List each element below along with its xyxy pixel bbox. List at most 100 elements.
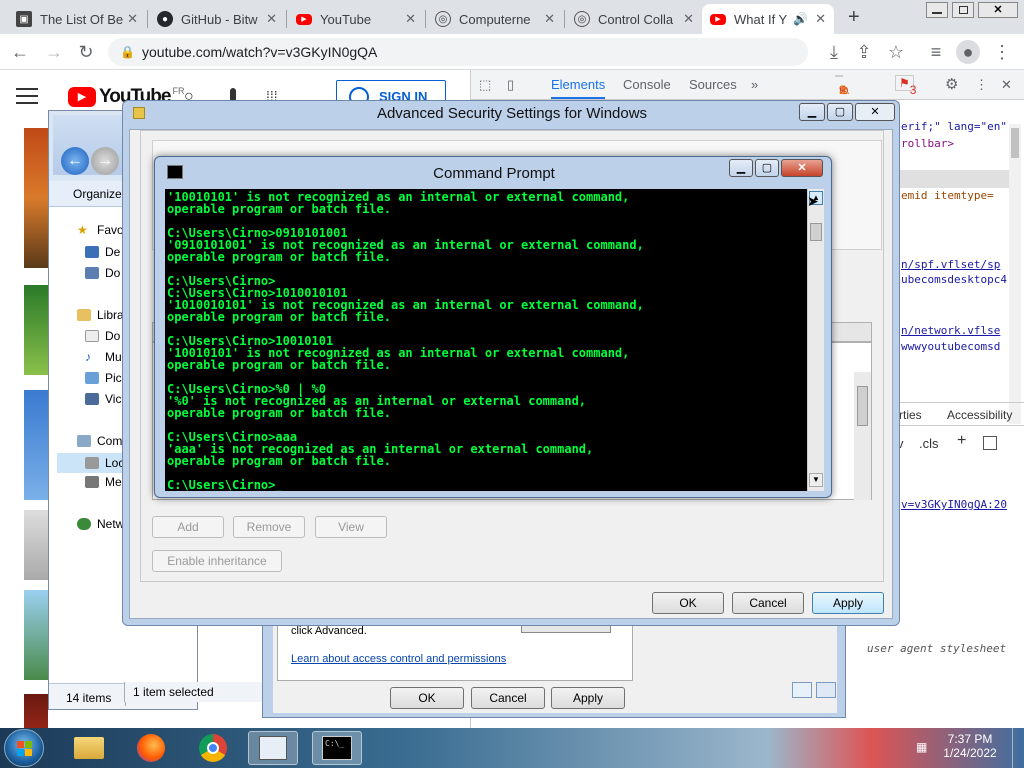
hamburger-menu-icon[interactable]	[16, 88, 38, 104]
minimize-button[interactable]: ▁	[799, 103, 825, 121]
scroll-down-icon[interactable]: ▼	[809, 473, 823, 487]
details-view-icon[interactable]	[792, 682, 812, 698]
nav-documents[interactable]: Do	[85, 329, 120, 343]
computed-sidebar-icon[interactable]	[983, 436, 997, 450]
tab-properties[interactable]: rties	[899, 408, 922, 422]
cancel-button[interactable]: Cancel	[471, 687, 545, 709]
computer-icon	[77, 435, 91, 447]
preview-view-icon[interactable]	[816, 682, 836, 698]
tab-youtube[interactable]: ▶ YouTube ✕	[288, 4, 424, 34]
tab-elements[interactable]: Elements	[551, 77, 606, 99]
enable-inheritance-button[interactable]: Enable inheritance	[152, 550, 282, 572]
bookmark-star-icon[interactable]: ☆	[884, 40, 908, 64]
ok-button[interactable]: OK	[390, 687, 464, 709]
url-field[interactable]: 🔒 youtube.com/watch?v=v3GKyIN0gQA	[108, 38, 808, 66]
close-icon[interactable]: ✕	[127, 11, 138, 27]
media-control-icon[interactable]: ≡	[924, 40, 948, 64]
tab-control-colla[interactable]: ◎ Control Colla ✕	[566, 4, 702, 34]
scrollbar[interactable]	[854, 372, 871, 500]
thumbnail[interactable]	[24, 285, 48, 375]
new-rule-button[interactable]: +	[957, 432, 966, 450]
add-button[interactable]: Add	[152, 516, 224, 538]
view-button[interactable]: View	[315, 516, 387, 538]
close-icon[interactable]: ✕	[544, 11, 555, 27]
device-toggle-icon[interactable]: ▯	[507, 77, 514, 93]
profile-avatar-icon[interactable]: ●	[956, 40, 980, 64]
tab-what-if-active[interactable]: ▶ What If Y 🔊 ✕	[702, 4, 834, 34]
taskbar-chrome[interactable]	[188, 731, 238, 765]
nav-libraries[interactable]: Libra	[77, 308, 124, 322]
apply-button[interactable]: Apply	[812, 592, 884, 614]
console-output[interactable]: '10010101' is not recognized as an inter…	[165, 189, 807, 491]
tab-github[interactable]: ● GitHub - Bitw ✕	[149, 4, 285, 34]
devtools-menu-icon[interactable]: ⋮	[975, 77, 988, 93]
reload-icon[interactable]: ↻	[74, 40, 98, 64]
close-devtools-icon[interactable]: ✕	[1001, 77, 1012, 93]
taskbar-explorer[interactable]	[64, 731, 114, 765]
remove-button[interactable]: Remove	[233, 516, 305, 538]
close-button[interactable]: ✕	[781, 159, 823, 177]
access-control-link[interactable]: Learn about access control and permissio…	[291, 653, 506, 665]
cancel-button[interactable]: Cancel	[732, 592, 804, 614]
nav-desktop[interactable]: De	[85, 245, 120, 259]
close-icon[interactable]: ✕	[405, 11, 416, 27]
new-tab-button[interactable]: +	[848, 6, 860, 29]
minimize-button[interactable]	[926, 2, 948, 18]
maximize-button[interactable]: ▢	[827, 103, 853, 121]
issues-counter[interactable]: ⚑ 3	[895, 75, 916, 97]
restore-button[interactable]	[952, 2, 974, 18]
thumbnail[interactable]	[24, 390, 48, 500]
back-button-icon[interactable]: ←	[61, 147, 89, 175]
taskbar-command-prompt[interactable]: C:\_	[312, 731, 362, 765]
tab-sources[interactable]: Sources	[689, 77, 737, 92]
close-button[interactable]: ✕	[855, 103, 895, 121]
thumbnail[interactable]	[24, 590, 48, 680]
cls-toggle[interactable]: .cls	[919, 436, 939, 451]
tab-list-of-be[interactable]: ▣ The List Of Be ✕	[8, 4, 146, 34]
forward-arrow-icon[interactable]: →	[42, 40, 66, 64]
show-desktop-button[interactable]	[1012, 728, 1024, 768]
nav-media[interactable]: Me	[85, 475, 122, 489]
scrollbar[interactable]	[1009, 124, 1021, 424]
nav-pictures[interactable]: Pic	[85, 371, 122, 385]
source-link[interactable]: v=v3GKyIN0gQA:20	[901, 498, 1007, 511]
taskbar-firefox[interactable]	[126, 731, 176, 765]
nav-music[interactable]: ♪ Mu	[85, 350, 122, 364]
back-arrow-icon[interactable]: ←	[8, 40, 32, 64]
nav-downloads[interactable]: Do	[85, 266, 120, 280]
thumbnail[interactable]	[24, 128, 48, 268]
thumbnail[interactable]	[24, 510, 48, 580]
minimize-button[interactable]: ▁	[729, 159, 753, 177]
nav-favorites[interactable]: ★ Favo	[77, 223, 124, 237]
speaker-icon[interactable]: 🔊	[793, 12, 808, 26]
code-line[interactable]: n/spf.vflset/sp	[901, 258, 1000, 271]
chrome-menu-icon[interactable]: ⋮	[990, 40, 1014, 64]
close-icon[interactable]: ✕	[815, 11, 826, 27]
tab-accessibility[interactable]: Accessibility	[947, 408, 1012, 422]
start-button-icon[interactable]	[4, 729, 44, 767]
tab-console[interactable]: Console	[623, 77, 671, 92]
share-icon[interactable]: ⇪	[852, 40, 876, 64]
inspect-icon[interactable]: ⬚	[479, 77, 491, 93]
taskbar-control-panel[interactable]	[248, 731, 298, 765]
code-line[interactable]: n/network.vflse	[901, 324, 1000, 337]
install-icon[interactable]: ⤓	[822, 40, 846, 64]
clock[interactable]: 7:37 PM 1/24/2022	[934, 732, 1006, 760]
scrollbar[interactable]: ▲ ▼	[807, 189, 824, 491]
close-window-button[interactable]: ✕	[978, 2, 1018, 18]
forward-button-icon[interactable]: →	[91, 147, 119, 175]
maximize-button[interactable]: ▢	[755, 159, 779, 177]
close-icon[interactable]: ✕	[266, 11, 277, 27]
apply-button[interactable]: Apply	[551, 687, 625, 709]
network-status-icon[interactable]: ▦	[916, 740, 927, 754]
ok-button[interactable]: OK	[652, 592, 724, 614]
nav-videos[interactable]: Vic	[85, 392, 121, 406]
settings-gear-icon[interactable]: ⚙	[945, 75, 958, 93]
tab-computerne[interactable]: ◎ Computerne ✕	[427, 4, 563, 34]
folder-icon	[74, 737, 104, 759]
error-warning-counter[interactable]: ⊗ 9 ⚠ 3	[835, 75, 850, 97]
nav-network[interactable]: Netw	[77, 517, 124, 531]
close-icon[interactable]: ✕	[683, 11, 694, 27]
scroll-thumb[interactable]	[810, 223, 822, 241]
tab-more[interactable]: »	[751, 77, 758, 92]
